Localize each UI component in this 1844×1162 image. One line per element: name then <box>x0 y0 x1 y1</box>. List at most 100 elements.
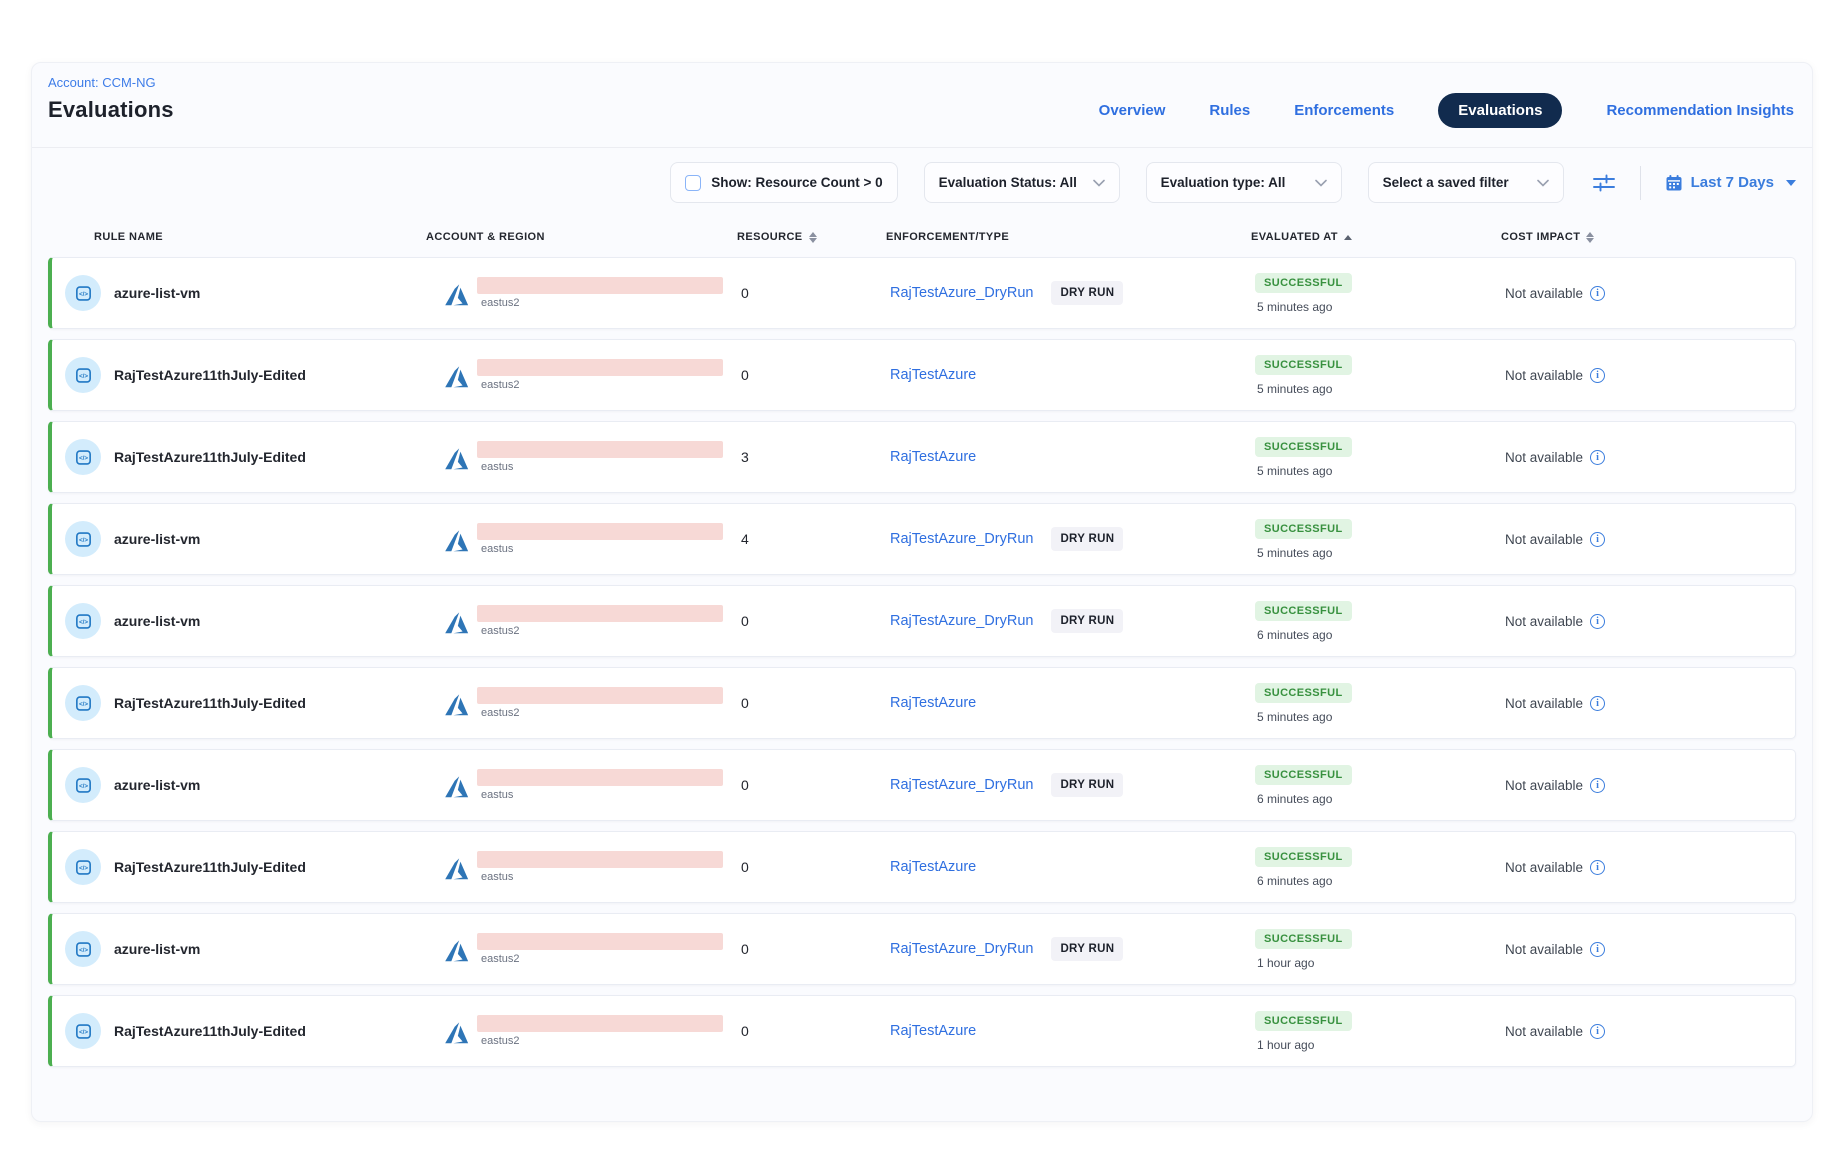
sort-asc-icon[interactable] <box>1344 235 1352 240</box>
enforcement-link[interactable]: RajTestAzure_DryRun <box>890 777 1033 793</box>
info-icon[interactable]: i <box>1590 368 1605 383</box>
account-region-cell: eastus2 <box>430 277 725 309</box>
table-row[interactable]: </> azure-list-vm eastus 4 RajTestAzure_… <box>48 503 1796 575</box>
info-icon[interactable]: i <box>1590 614 1605 629</box>
resource-count-filter[interactable]: Show: Resource Count > 0 <box>670 162 897 203</box>
evaluated-time: 5 minutes ago <box>1255 382 1505 396</box>
enforcement-link[interactable]: RajTestAzure <box>890 1023 976 1039</box>
table-row[interactable]: </> RajTestAzure11thJuly-Edited eastus2 … <box>48 339 1796 411</box>
account-block: eastus <box>477 523 723 555</box>
azure-icon <box>443 364 470 391</box>
rule-name-cell: </> RajTestAzure11thJuly-Edited <box>52 685 430 721</box>
table-row[interactable]: </> azure-list-vm eastus2 0 RajTestAzure… <box>48 913 1796 985</box>
azure-icon <box>443 610 470 637</box>
redacted-account-name <box>477 851 723 868</box>
enforcement-link[interactable]: RajTestAzure <box>890 859 976 875</box>
info-icon[interactable]: i <box>1590 696 1605 711</box>
column-header-resource[interactable]: RESOURCE <box>721 231 856 243</box>
enforcement-link[interactable]: RajTestAzure <box>890 449 976 465</box>
rule-icon: </> <box>65 275 101 311</box>
region-label: eastus <box>477 461 723 473</box>
cost-impact-cell: Not available i <box>1505 286 1795 301</box>
chevron-down-icon <box>1093 179 1105 187</box>
sort-both-icon[interactable] <box>1586 232 1594 243</box>
enforcement-link[interactable]: RajTestAzure_DryRun <box>890 531 1033 547</box>
cost-impact-cell: Not available i <box>1505 860 1795 875</box>
rule-icon: </> <box>65 685 101 721</box>
date-range-picker[interactable]: Last 7 Days <box>1665 174 1796 192</box>
tab-overview[interactable]: Overview <box>1099 102 1166 119</box>
info-icon[interactable]: i <box>1590 860 1605 875</box>
enforcement-link[interactable]: RajTestAzure <box>890 695 976 711</box>
tab-evaluations-active[interactable]: Evaluations <box>1438 93 1562 128</box>
cost-impact-cell: Not available i <box>1505 368 1795 383</box>
resource-count-checkbox[interactable] <box>685 175 701 191</box>
table-row[interactable]: </> azure-list-vm eastus 0 RajTestAzure_… <box>48 749 1796 821</box>
enforcement-link[interactable]: RajTestAzure_DryRun <box>890 613 1033 629</box>
filter-settings-button[interactable] <box>1592 173 1616 193</box>
table-body: </> azure-list-vm eastus2 0 RajTestAzure… <box>32 257 1812 1067</box>
evaluated-time: 5 minutes ago <box>1255 710 1505 724</box>
column-header-enforcement-type: ENFORCEMENT/TYPE <box>856 231 1251 243</box>
evaluation-type-dropdown[interactable]: Evaluation type: All <box>1146 162 1342 203</box>
evaluation-status-dropdown[interactable]: Evaluation Status: All <box>924 162 1120 203</box>
enforcement-cell: RajTestAzure_DryRun DRY RUN <box>860 281 1255 305</box>
rule-icon: </> <box>65 521 101 557</box>
enforcement-cell: RajTestAzure_DryRun DRY RUN <box>860 609 1255 633</box>
enforcement-link[interactable]: RajTestAzure_DryRun <box>890 285 1033 301</box>
table-row[interactable]: </> RajTestAzure11thJuly-Edited eastus 3… <box>48 421 1796 493</box>
redacted-account-name <box>477 769 723 786</box>
account-region-cell: eastus2 <box>430 933 725 965</box>
evaluated-at-cell: SUCCESSFUL 1 hour ago <box>1255 929 1505 970</box>
breadcrumb[interactable]: Account: CCM-NG <box>48 75 174 90</box>
table-row[interactable]: </> RajTestAzure11thJuly-Edited eastus2 … <box>48 995 1796 1067</box>
account-block: eastus2 <box>477 605 723 637</box>
table-row[interactable]: </> azure-list-vm eastus2 0 RajTestAzure… <box>48 585 1796 657</box>
enforcement-cell: RajTestAzure_DryRun DRY RUN <box>860 527 1255 551</box>
rule-icon: </> <box>65 439 101 475</box>
tab-enforcements[interactable]: Enforcements <box>1294 102 1394 119</box>
info-icon[interactable]: i <box>1590 450 1605 465</box>
caret-down-icon <box>1786 180 1796 186</box>
enforcement-link[interactable]: RajTestAzure <box>890 367 976 383</box>
chevron-down-icon <box>1537 179 1549 187</box>
azure-icon <box>443 528 470 555</box>
cost-impact-value: Not available <box>1505 614 1583 629</box>
resource-count: 0 <box>725 941 860 957</box>
info-icon[interactable]: i <box>1590 286 1605 301</box>
evaluated-at-cell: SUCCESSFUL 5 minutes ago <box>1255 273 1505 314</box>
dry-run-badge: DRY RUN <box>1051 281 1123 305</box>
rule-icon: </> <box>65 603 101 639</box>
enforcement-link[interactable]: RajTestAzure_DryRun <box>890 941 1033 957</box>
tab-recommendation-insights[interactable]: Recommendation Insights <box>1606 102 1794 119</box>
account-block: eastus <box>477 769 723 801</box>
resource-count: 0 <box>725 859 860 875</box>
cost-impact-value: Not available <box>1505 696 1583 711</box>
region-label: eastus2 <box>477 707 723 719</box>
saved-filter-dropdown[interactable]: Select a saved filter <box>1368 162 1564 203</box>
region-label: eastus <box>477 871 723 883</box>
info-icon[interactable]: i <box>1590 778 1605 793</box>
redacted-account-name <box>477 933 723 950</box>
dry-run-badge: DRY RUN <box>1051 609 1123 633</box>
azure-icon <box>443 692 470 719</box>
table-row[interactable]: </> azure-list-vm eastus2 0 RajTestAzure… <box>48 257 1796 329</box>
enforcement-cell: RajTestAzure <box>860 367 1255 383</box>
account-block: eastus <box>477 851 723 883</box>
enforcement-cell: RajTestAzure_DryRun DRY RUN <box>860 937 1255 961</box>
column-header-evaluated-at[interactable]: EVALUATED AT <box>1251 231 1501 243</box>
account-region-cell: eastus2 <box>430 1015 725 1047</box>
column-header-cost-impact[interactable]: COST IMPACT <box>1501 231 1796 243</box>
status-badge: SUCCESSFUL <box>1255 355 1352 375</box>
account-block: eastus <box>477 441 723 473</box>
table-row[interactable]: </> RajTestAzure11thJuly-Edited eastus2 … <box>48 667 1796 739</box>
info-icon[interactable]: i <box>1590 532 1605 547</box>
svg-text:</>: </> <box>78 537 87 544</box>
table-row[interactable]: </> RajTestAzure11thJuly-Edited eastus 0… <box>48 831 1796 903</box>
info-icon[interactable]: i <box>1590 942 1605 957</box>
rule-name: azure-list-vm <box>114 777 200 793</box>
evaluated-at-cell: SUCCESSFUL 6 minutes ago <box>1255 847 1505 888</box>
sort-both-icon[interactable] <box>809 232 817 243</box>
info-icon[interactable]: i <box>1590 1024 1605 1039</box>
tab-rules[interactable]: Rules <box>1209 102 1250 119</box>
